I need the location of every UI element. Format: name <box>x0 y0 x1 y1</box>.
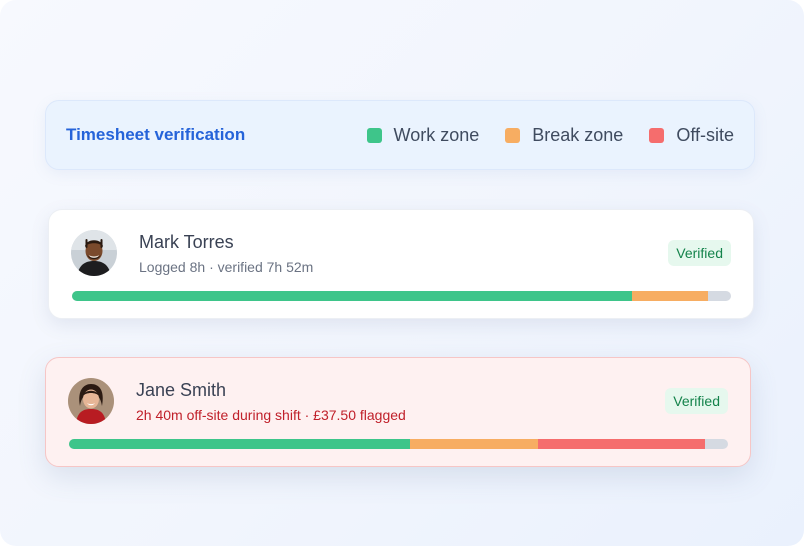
person-avatar-icon <box>68 378 114 424</box>
off-site-swatch <box>649 127 665 143</box>
timesheet-progress-bar <box>69 439 728 449</box>
break-zone-segment <box>632 291 708 301</box>
legend-item-break-zone: Break zone <box>505 125 623 146</box>
break-zone-segment <box>410 439 538 449</box>
person-avatar-icon <box>71 230 117 276</box>
verified-status-badge: Verified <box>665 388 728 414</box>
legend-item-off-site: Off-site <box>649 125 734 146</box>
page-background: Timesheet verification Work zone Break z… <box>0 0 804 546</box>
legend-title: Timesheet verification <box>66 125 246 144</box>
offsite-zone-segment <box>537 439 705 449</box>
legend-label: Break zone <box>532 124 624 145</box>
employee-flag-summary: 2h 40m off-site during shift · £37.50 fl… <box>136 407 406 423</box>
work-zone-swatch <box>366 127 382 143</box>
legend-items: Work zone Break zone Off-site <box>341 125 734 146</box>
timesheet-legend-card: Timesheet verification Work zone Break z… <box>45 100 755 170</box>
employee-card-jane-smith[interactable]: Jane Smith 2h 40m off-site during shift … <box>45 357 751 467</box>
legend-label: Off-site <box>676 124 734 145</box>
work-zone-segment <box>72 291 633 301</box>
employee-card-mark-torres[interactable]: Mark Torres Logged 8h · verified 7h 52m … <box>48 209 754 319</box>
break-zone-swatch <box>505 127 521 143</box>
employee-name: Mark Torres <box>139 232 234 252</box>
work-zone-segment <box>69 439 411 449</box>
verified-status-badge: Verified <box>668 240 731 266</box>
legend-item-work-zone: Work zone <box>366 124 480 146</box>
legend-label: Work zone <box>393 124 480 145</box>
timesheet-progress-bar <box>72 291 731 301</box>
employee-name: Jane Smith <box>136 380 227 400</box>
employee-summary: Logged 8h · verified 7h 52m <box>139 259 314 275</box>
